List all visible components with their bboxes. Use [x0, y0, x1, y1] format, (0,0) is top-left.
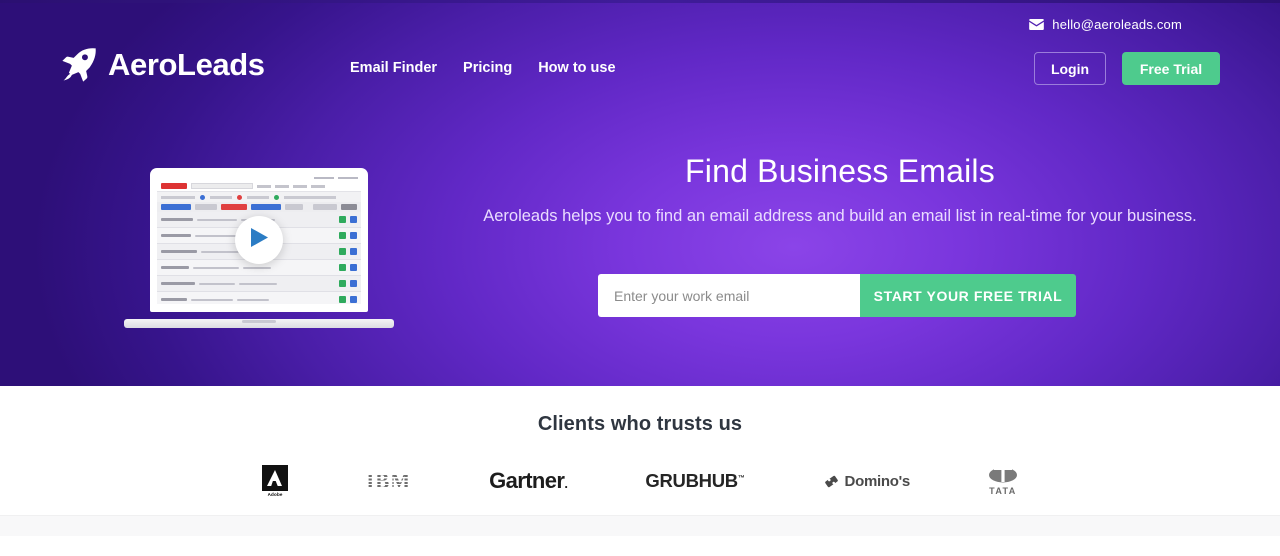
hero-section: hello@aeroleads.com AeroLeads Email Find…	[0, 0, 1280, 386]
work-email-input[interactable]	[598, 274, 860, 317]
rocket-icon	[60, 46, 98, 84]
laptop-notch	[242, 320, 276, 323]
tata-wordmark: TATA	[989, 486, 1017, 496]
client-logo-grubhub: GRUBHUB™	[645, 458, 744, 504]
dominos-wordmark: Domino's	[844, 472, 911, 490]
clients-section: Clients who trusts us Adobe IBM Gartner.…	[0, 386, 1280, 536]
main-navigation: Email Finder Pricing How to use	[350, 60, 616, 76]
site-logo[interactable]: AeroLeads	[60, 46, 265, 84]
tata-emblem-icon	[988, 467, 1017, 483]
client-logo-tata: TATA	[988, 458, 1018, 504]
play-video-button[interactable]	[235, 216, 283, 264]
client-logo-row: Adobe IBM Gartner. GRUBHUB™ Domino's TAT…	[0, 458, 1280, 504]
app-filter-row	[157, 202, 361, 212]
signup-form: START YOUR FREE TRIAL	[598, 274, 1076, 317]
login-button[interactable]: Login	[1034, 52, 1106, 85]
envelope-icon	[1029, 19, 1045, 30]
adobe-wordmark: Adobe	[267, 492, 283, 497]
nav-item-pricing[interactable]: Pricing	[463, 60, 512, 76]
dominos-tile-icon	[824, 475, 838, 487]
contact-email-text: hello@aeroleads.com	[1052, 17, 1182, 32]
logo-text: AeroLeads	[108, 47, 265, 82]
grubhub-wordmark: GRUBHUB™	[645, 470, 745, 491]
table-row	[157, 292, 361, 304]
free-trial-button[interactable]: Free Trial	[1122, 52, 1220, 85]
table-row	[157, 276, 361, 292]
gartner-wordmark: Gartner.	[489, 468, 568, 493]
app-status-row	[157, 192, 361, 202]
page-title: Find Business Emails	[685, 153, 995, 189]
page-bottom-strip	[0, 515, 1280, 536]
nav-item-how-to-use[interactable]: How to use	[538, 60, 615, 76]
ibm-wordmark: IBM	[366, 468, 412, 493]
client-logo-ibm: IBM	[366, 458, 411, 504]
client-logo-gartner: Gartner.	[489, 458, 568, 504]
hero-subheading: Aeroleads helps you to find an email add…	[483, 207, 1197, 226]
hero-top-border	[0, 0, 1280, 3]
hero-copy: Find Business Emails Aeroleads helps you…	[440, 152, 1240, 227]
contact-email[interactable]: hello@aeroleads.com	[1029, 17, 1182, 32]
client-logo-adobe: Adobe	[262, 458, 289, 504]
start-free-trial-button[interactable]: START YOUR FREE TRIAL	[860, 274, 1076, 317]
play-icon	[250, 227, 269, 253]
nav-item-email-finder[interactable]: Email Finder	[350, 60, 437, 76]
client-logo-dominos: Domino's	[823, 458, 910, 504]
hero-video-laptop[interactable]	[124, 168, 394, 328]
app-navbar	[157, 181, 361, 192]
auth-buttons: Login Free Trial	[1034, 52, 1220, 85]
clients-title: Clients who trusts us	[537, 413, 743, 435]
